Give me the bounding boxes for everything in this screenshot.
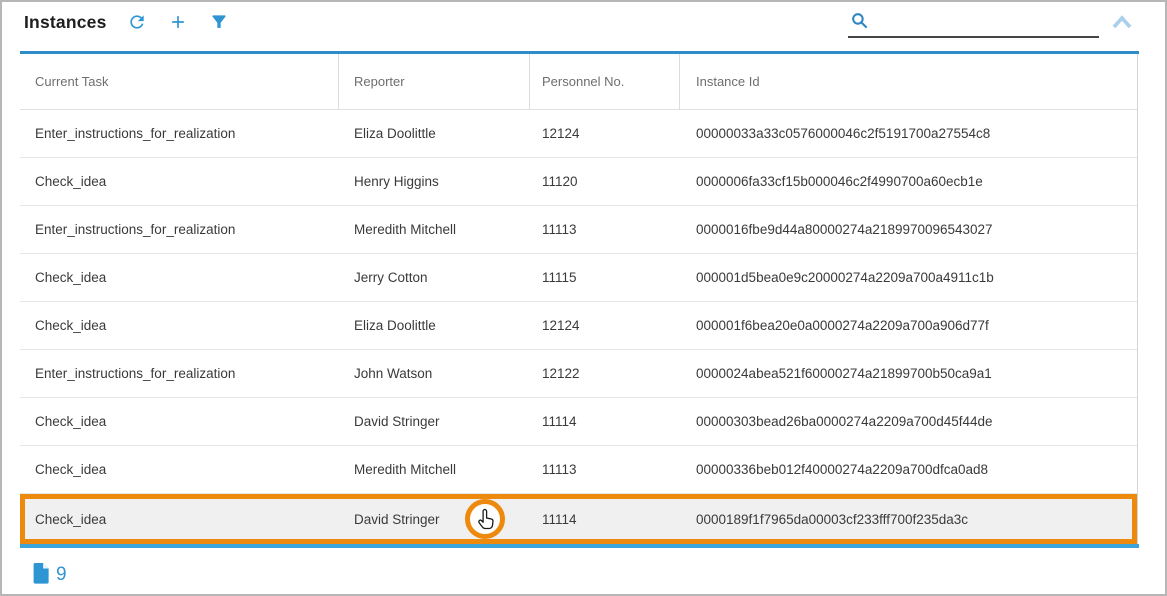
cell-current-task: Check_idea: [20, 302, 339, 349]
table-row[interactable]: Check_idea David Stringer 11114 00000303…: [20, 398, 1137, 446]
cell-reporter: Henry Higgins: [339, 158, 530, 205]
cell-personnel-no: 11115: [530, 254, 680, 301]
document-icon: [32, 561, 51, 589]
toolbar-buttons: [126, 12, 230, 34]
cell-reporter: David Stringer: [339, 398, 530, 445]
table-row[interactable]: Enter_instructions_for_realization John …: [20, 350, 1137, 398]
cell-personnel-no: 12124: [530, 110, 680, 157]
cell-personnel-no: 11114: [530, 398, 680, 445]
top-toolbar: Instances: [2, 2, 1165, 51]
search-input[interactable]: [876, 10, 1095, 34]
cell-instance-id: 000001f6bea20e0a0000274a2209a700a906d77f: [680, 302, 1137, 349]
add-icon: [168, 12, 188, 35]
hand-cursor-icon: [465, 499, 505, 539]
cell-personnel-no: 11120: [530, 158, 680, 205]
column-header-personnel-no[interactable]: Personnel No.: [530, 54, 680, 109]
column-header-current-task[interactable]: Current Task: [20, 54, 339, 109]
table-body: Enter_instructions_for_realization Eliza…: [20, 110, 1137, 544]
cell-personnel-no: 11113: [530, 206, 680, 253]
chevron-up-icon: [1109, 20, 1135, 35]
cell-personnel-no: 11113: [530, 446, 680, 493]
cell-personnel-no: 12122: [530, 350, 680, 397]
cell-instance-id: 00000033a33c0576000046c2f5191700a27554c8: [680, 110, 1137, 157]
cell-personnel-no: 12124: [530, 302, 680, 349]
column-header-instance-id[interactable]: Instance Id: [680, 54, 1137, 109]
cell-current-task: Check_idea: [25, 499, 344, 539]
filter-button[interactable]: [208, 12, 230, 34]
cell-reporter: Jerry Cotton: [339, 254, 530, 301]
search-field: [848, 8, 1099, 38]
table-row[interactable]: Check_idea Meredith Mitchell 11113 00000…: [20, 446, 1137, 494]
add-button[interactable]: [167, 12, 189, 34]
cell-reporter: John Watson: [339, 350, 530, 397]
cell-reporter: Eliza Doolittle: [339, 302, 530, 349]
cell-instance-id: 00000303bead26ba0000274a2209a700d45f44de: [680, 398, 1137, 445]
cell-current-task: Check_idea: [20, 254, 339, 301]
table-row[interactable]: Enter_instructions_for_realization Eliza…: [20, 110, 1137, 158]
cell-instance-id: 0000024abea521f60000274a21899700b50ca9a1: [680, 350, 1137, 397]
instances-panel: Instances Current Task Reporter Personne: [0, 0, 1167, 596]
refresh-button[interactable]: [126, 12, 148, 34]
record-count: 9: [32, 561, 67, 589]
cell-reporter: Eliza Doolittle: [339, 110, 530, 157]
cell-reporter: David Stringer: [344, 499, 535, 539]
cell-current-task: Enter_instructions_for_realization: [20, 110, 339, 157]
cell-instance-id: 0000189f1f7965da00003cf233fff700f235da3c: [685, 499, 1132, 539]
cell-instance-id: 000001d5bea0e9c20000274a2209a700a4911c1b: [680, 254, 1137, 301]
cell-instance-id: 0000006fa33cf15b000046c2f4990700a60ecb1e: [680, 158, 1137, 205]
collapse-button[interactable]: [1107, 12, 1137, 34]
table-row[interactable]: Check_idea David Stringer 11114 0000189f…: [20, 494, 1137, 544]
column-header-reporter[interactable]: Reporter: [339, 54, 530, 109]
cell-reporter: Meredith Mitchell: [339, 446, 530, 493]
table-row[interactable]: Check_idea Jerry Cotton 11115 000001d5be…: [20, 254, 1137, 302]
cell-reporter: Meredith Mitchell: [339, 206, 530, 253]
cell-personnel-no: 11114: [535, 499, 685, 539]
cell-current-task: Check_idea: [20, 446, 339, 493]
page-title: Instances: [24, 12, 107, 33]
refresh-icon: [127, 12, 147, 35]
table-row[interactable]: Check_idea Eliza Doolittle 12124 000001f…: [20, 302, 1137, 350]
cell-current-task: Enter_instructions_for_realization: [20, 206, 339, 253]
table-header-row: Current Task Reporter Personnel No. Inst…: [20, 54, 1137, 110]
cell-current-task: Check_idea: [20, 398, 339, 445]
table-row[interactable]: Enter_instructions_for_realization Mered…: [20, 206, 1137, 254]
cell-instance-id: 00000336beb012f40000274a2209a700dfca0ad8: [680, 446, 1137, 493]
cell-current-task: Check_idea: [20, 158, 339, 205]
table-bottom-rule: [20, 544, 1139, 548]
instances-table: Current Task Reporter Personnel No. Inst…: [20, 54, 1138, 544]
filter-icon: [209, 12, 229, 35]
record-count-value: 9: [56, 564, 67, 586]
table-row[interactable]: Check_idea Henry Higgins 11120 0000006fa…: [20, 158, 1137, 206]
cell-current-task: Enter_instructions_for_realization: [20, 350, 339, 397]
cell-instance-id: 0000016fbe9d44a80000274a2189970096543027: [680, 206, 1137, 253]
